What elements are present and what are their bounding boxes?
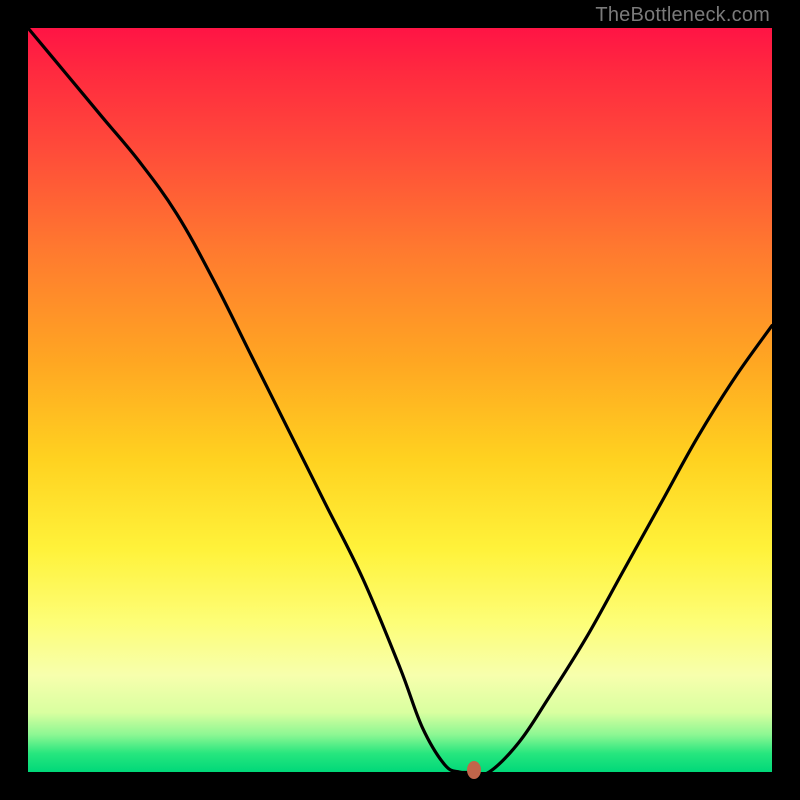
bottleneck-curve: [28, 28, 772, 772]
chart-frame: TheBottleneck.com: [0, 0, 800, 800]
optimal-point-marker: [467, 761, 481, 779]
attribution-text: TheBottleneck.com: [595, 4, 770, 27]
plot-area: [28, 28, 772, 772]
